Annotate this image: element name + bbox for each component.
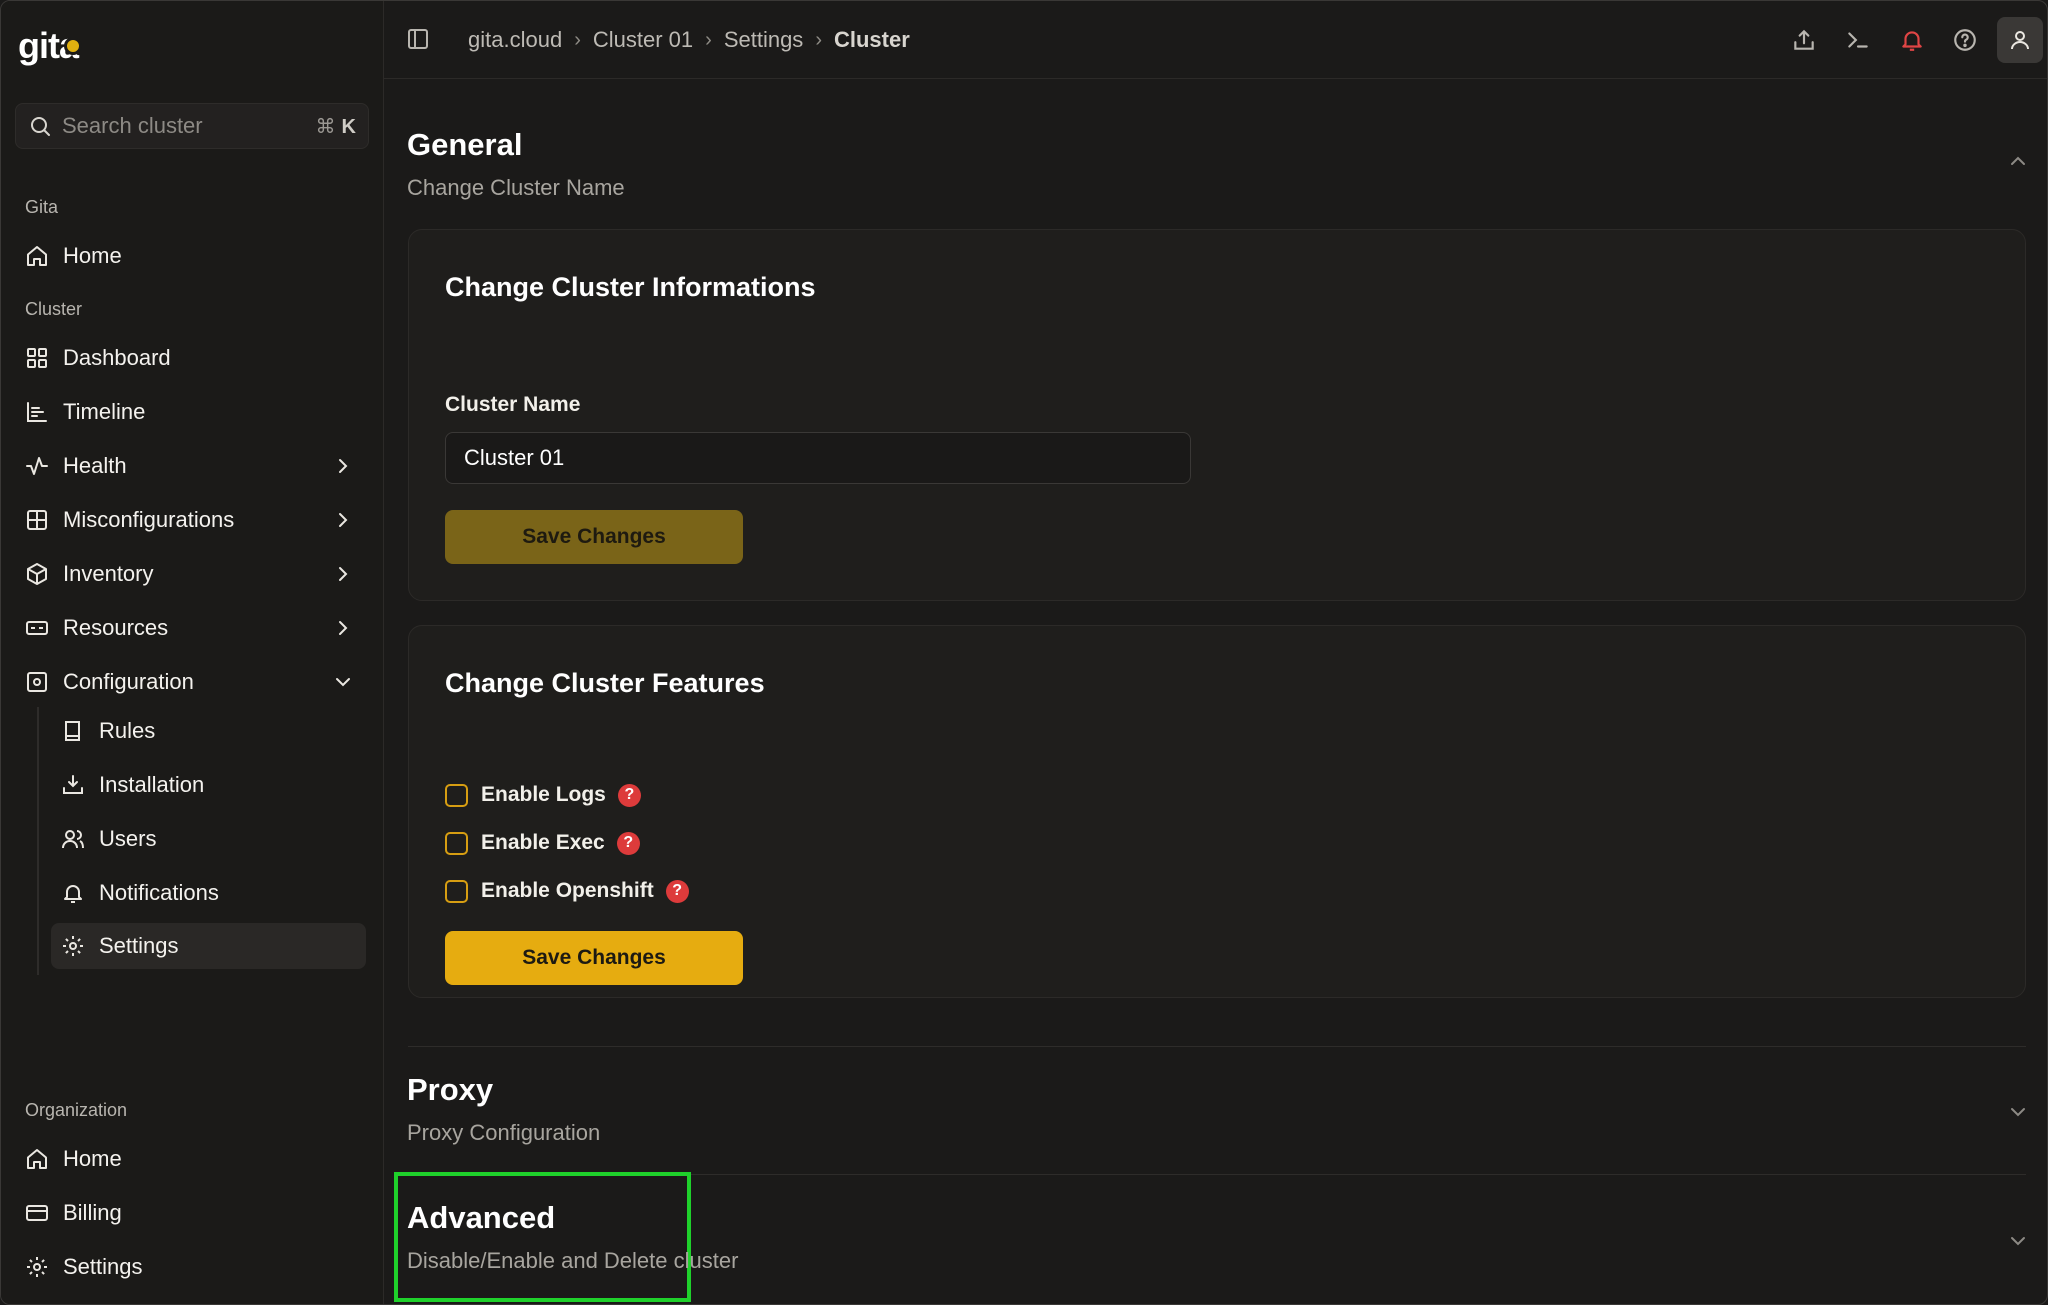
proxy-section-title[interactable]: Proxy [407,1072,493,1108]
search-placeholder: Search cluster [62,113,203,138]
bell-icon [64,885,82,903]
user-icon [2011,31,2029,50]
section-divider [408,1046,2026,1047]
breadcrumb-current: Cluster [833,27,910,52]
home-icon [27,1149,47,1169]
sidebar-item-timeline[interactable]: Timeline [15,389,369,435]
enable-exec-checkbox[interactable] [445,831,468,855]
cluster-name-input[interactable] [445,432,1191,484]
help-badge-icon[interactable]: ? [665,879,689,903]
sidebar-item-configuration[interactable]: Configuration [15,659,369,705]
advanced-section-subtitle: Disable/Enable and Delete cluster [407,1248,739,1273]
search-shortcut: ⌘ K [315,115,356,138]
search-box[interactable]: Search cluster ⌘ K [15,103,369,149]
sidebar-item-org-settings[interactable]: Settings [15,1244,369,1290]
credit-card-icon [26,1205,48,1221]
advanced-section-title[interactable]: Advanced [407,1200,555,1236]
save-changes-button[interactable]: Save Changes [445,510,743,564]
enable-openshift-option[interactable]: Enable Openshift ? [445,875,689,907]
sidebar-item-misconfigurations[interactable]: Misconfigurations [15,497,369,543]
configuration-icon [27,672,47,692]
chevron-right-icon [339,567,348,581]
enable-exec-option[interactable]: Enable Exec ? [445,827,640,859]
misconfig-icon [27,510,47,530]
sidebar-item-settings[interactable]: Settings [51,923,366,969]
install-icon [63,775,83,794]
users-icon [62,830,84,849]
grid-icon [27,348,47,368]
proxy-section-subtitle: Proxy Configuration [407,1120,601,1145]
logo[interactable]: gita [18,23,83,67]
enable-openshift-checkbox[interactable] [445,879,468,903]
enable-logs-option[interactable]: Enable Logs ? [445,779,641,811]
highlight-box [394,1172,691,1302]
timeline-icon [27,402,47,422]
breadcrumb-item[interactable]: Cluster 01 [593,27,693,53]
main-content: General Change Cluster Name Change Clust… [384,79,2047,1304]
general-section-title[interactable]: General [407,127,522,163]
top-header: gita.cloud › Cluster 01 › Settings › Clu… [384,1,2047,79]
submenu-line [37,707,39,975]
sidebar-item-notifications[interactable]: Notifications [51,870,366,916]
chevron-up-icon[interactable] [2006,149,2030,173]
help-badge-icon[interactable]: ? [617,783,641,807]
sidebar-toggle-icon[interactable] [406,27,430,51]
chevron-right-icon [339,459,348,473]
home-icon [27,246,47,266]
sidebar-item-resources[interactable]: Resources [15,605,369,651]
chevron-down-icon [336,678,350,687]
section-label-organization: Organization [25,1100,128,1120]
user-menu-button[interactable] [1997,17,2043,63]
activity-icon [26,457,48,475]
breadcrumb-separator-icon: › [574,28,581,51]
sidebar: gita Search cluster ⌘ K Gita Home Cluster… [1,1,384,1304]
resources-icon [26,621,48,635]
gear-icon [63,936,83,956]
sidebar-item-rules[interactable]: Rules [51,708,366,754]
breadcrumb-separator-icon: › [705,28,712,51]
sidebar-item-billing[interactable]: Billing [15,1190,369,1236]
section-label-cluster: Cluster [25,299,83,319]
bell-icon[interactable] [1899,27,1925,53]
card-title: Change Cluster Features [445,668,765,698]
chevron-right-icon [339,513,348,527]
terminal-icon[interactable] [1845,27,1871,53]
breadcrumb: gita.cloud › Cluster 01 › Settings › Clu… [468,23,910,57]
book-icon [65,721,80,741]
card-title: Change Cluster Informations [445,272,816,302]
sidebar-item-home[interactable]: Home [15,233,369,279]
breadcrumb-separator-icon: › [815,28,822,51]
sidebar-item-org-home[interactable]: Home [15,1136,369,1182]
box-icon [27,563,47,585]
general-section-subtitle: Change Cluster Name [407,175,625,200]
help-icon[interactable] [1952,27,1978,53]
cluster-features-card: Change Cluster Features Enable Logs ? En… [408,625,2026,998]
sidebar-item-installation[interactable]: Installation [51,762,366,808]
cluster-info-card: Change Cluster Informations Cluster Name… [408,229,2026,601]
chevron-down-icon[interactable] [2006,1100,2030,1124]
sidebar-item-dashboard[interactable]: Dashboard [15,335,369,381]
chevron-right-icon [339,621,348,635]
save-changes-button[interactable]: Save Changes [445,931,743,985]
search-icon [31,117,50,136]
gear-icon [27,1257,47,1277]
help-badge-icon[interactable]: ? [616,831,640,855]
section-label-gita: Gita [25,197,59,217]
sidebar-item-health[interactable]: Health [15,443,369,489]
cluster-name-label: Cluster Name [445,393,581,416]
sidebar-item-inventory[interactable]: Inventory [15,551,369,597]
chevron-down-icon[interactable] [2006,1229,2030,1253]
upload-icon[interactable] [1791,27,1817,53]
app-window: gita Search cluster ⌘ K Gita Home Cluster… [0,0,2048,1305]
sidebar-item-users[interactable]: Users [51,816,366,862]
enable-logs-checkbox[interactable] [445,783,468,807]
breadcrumb-item[interactable]: gita.cloud [468,27,562,53]
breadcrumb-item[interactable]: Settings [724,27,804,53]
